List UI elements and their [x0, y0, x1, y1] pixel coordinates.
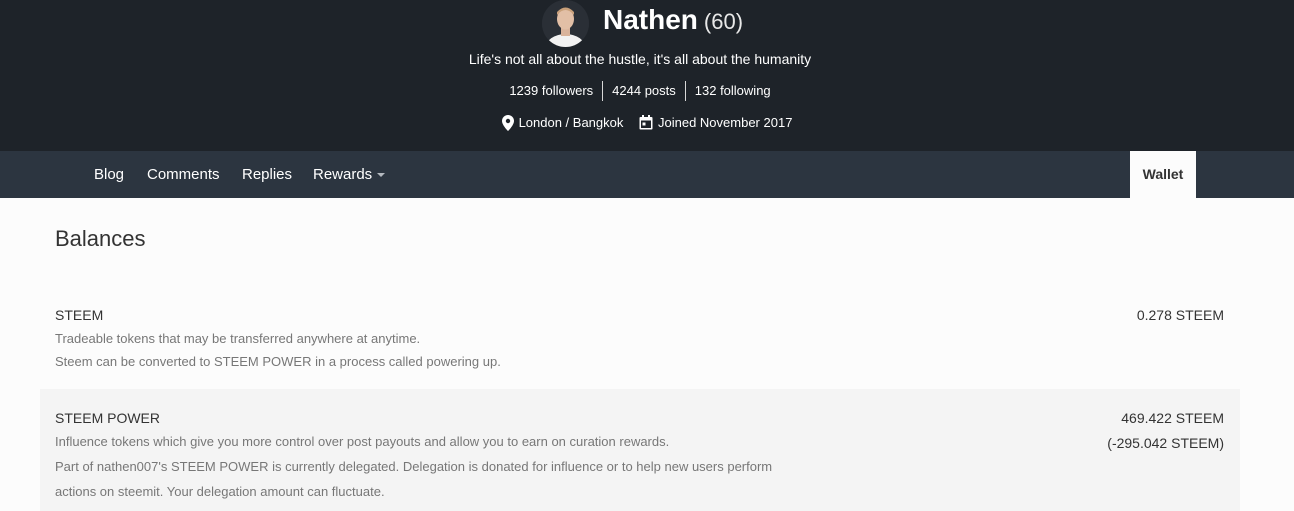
balance-row-steem-power: STEEM POWER Influence tokens which give … — [40, 389, 1240, 511]
steem-power-desc-line: Influence tokens which give you more con… — [55, 434, 670, 449]
nav-comments[interactable]: Comments — [147, 151, 220, 198]
followers-count[interactable]: 1239 followers — [500, 81, 602, 101]
steem-amount[interactable]: 0.278 STEEM — [1137, 307, 1224, 323]
nav-rewards[interactable]: Rewards — [313, 151, 386, 198]
steem-power-desc-line: Part of nathen007's STEEM POWER is curre… — [55, 459, 773, 474]
chevron-down-icon — [377, 173, 386, 178]
nav-blog[interactable]: Blog — [94, 151, 124, 198]
location-pin-icon — [501, 114, 514, 131]
profile-name: Nathen (60) — [603, 4, 743, 36]
profile-name-text: Nathen — [603, 4, 698, 35]
profile-location: London / Bangkok — [501, 114, 624, 131]
steem-power-delegated: (-295.042 STEEM) — [1107, 435, 1224, 451]
profile-meta: London / Bangkok Joined November 2017 — [0, 114, 1294, 131]
steem-power-desc-line: actions on steemit. Your delegation amou… — [55, 484, 385, 499]
profile-nav: Blog Comments Replies Rewards Wallet — [0, 151, 1294, 198]
steem-power-title: STEEM POWER — [55, 410, 161, 426]
nav-replies[interactable]: Replies — [242, 151, 292, 198]
steem-title: STEEM — [55, 307, 104, 323]
joined-text: Joined November 2017 — [658, 115, 793, 131]
profile-stats: 1239 followers 4244 posts 132 following — [0, 81, 1280, 101]
posts-count[interactable]: 4244 posts — [602, 81, 686, 101]
profile-joined: Joined November 2017 — [639, 115, 792, 130]
page-title: Balances — [55, 226, 146, 251]
balance-row-steem: STEEM Tradeable tokens that may be trans… — [40, 296, 1240, 389]
avatar[interactable] — [542, 0, 589, 47]
nav-rewards-label: Rewards — [313, 166, 373, 183]
tab-wallet[interactable]: Wallet — [1130, 151, 1196, 198]
profile-about: Life's not all about the hustle, it's al… — [468, 51, 812, 67]
reputation-score: (60) — [703, 9, 744, 34]
location-text: London / Bangkok — [518, 115, 624, 131]
steem-desc-line: Steem can be converted to STEEM POWER in… — [55, 354, 501, 369]
steem-power-amount[interactable]: 469.422 STEEM — [1121, 410, 1224, 426]
profile-header: Nathen (60) Life's not all about the hust… — [0, 0, 1294, 151]
steem-desc-line: Tradeable tokens that may be transferred… — [55, 331, 421, 346]
following-count[interactable]: 132 following — [686, 81, 780, 101]
calendar-icon — [639, 115, 653, 130]
